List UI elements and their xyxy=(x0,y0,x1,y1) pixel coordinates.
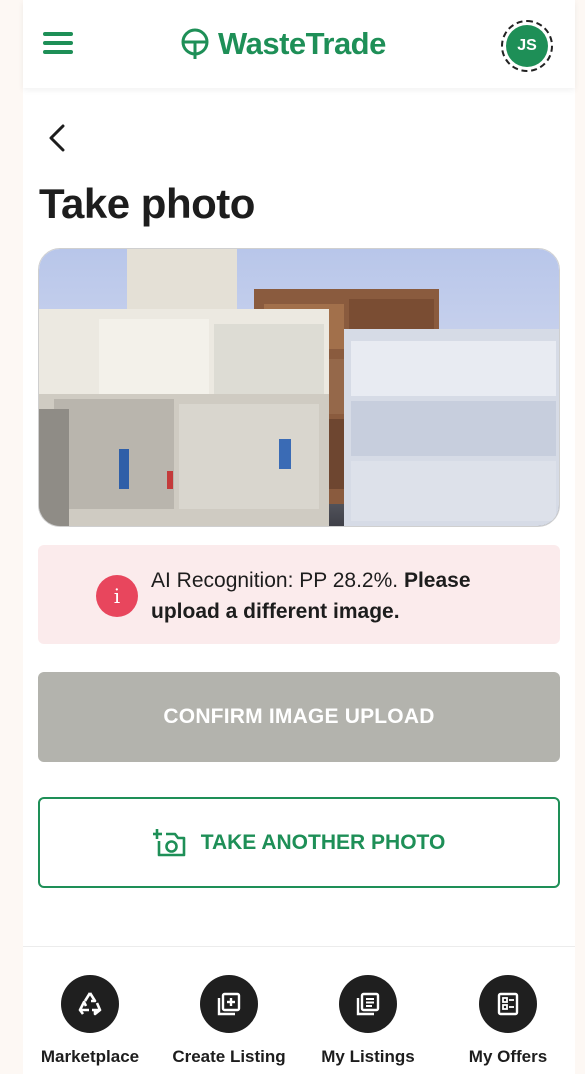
recycle-icon xyxy=(61,975,119,1033)
hamburger-menu-icon[interactable] xyxy=(43,32,73,56)
nav-my-offers[interactable]: My Offers xyxy=(443,975,573,1067)
bottom-navigation: Marketplace Create Listing My Listings M… xyxy=(23,946,575,1074)
listings-icon xyxy=(339,975,397,1033)
alert-message: AI Recognition: PP 28.2%. Please upload … xyxy=(151,565,541,627)
take-another-photo-label: TAKE ANOTHER PHOTO xyxy=(200,830,446,854)
photo-preview xyxy=(38,248,560,527)
nav-create-listing[interactable]: Create Listing xyxy=(164,975,294,1067)
user-avatar[interactable]: JS xyxy=(501,20,553,72)
chevron-left-icon xyxy=(49,124,65,152)
add-box-icon xyxy=(200,975,258,1033)
waste-bales-image xyxy=(39,249,559,526)
back-button[interactable] xyxy=(41,118,71,158)
info-icon: i xyxy=(96,575,138,617)
nav-label-my-offers: My Offers xyxy=(468,1047,548,1066)
take-another-photo-button[interactable]: TAKE ANOTHER PHOTO xyxy=(38,797,560,888)
offers-icon xyxy=(479,975,537,1033)
nav-marketplace[interactable]: Marketplace xyxy=(25,975,155,1067)
page-title: Take photo xyxy=(39,180,255,227)
nav-my-listings[interactable]: My Listings xyxy=(303,975,433,1067)
avatar-initials: JS xyxy=(506,25,548,67)
app-screen: WasteTrade JS Take photo i AI Recognitio… xyxy=(23,0,575,1074)
globe-logo-icon xyxy=(181,28,209,59)
confirm-image-upload-button[interactable]: CONFIRM IMAGE UPLOAD xyxy=(38,672,560,762)
brand-name: WasteTrade xyxy=(218,26,386,61)
top-header: WasteTrade JS xyxy=(23,0,575,88)
nav-label-my-listings: My Listings xyxy=(321,1047,415,1066)
alert-prefix: AI Recognition: PP 28.2%. xyxy=(151,569,399,592)
ai-recognition-alert: i AI Recognition: PP 28.2%. Please uploa… xyxy=(38,545,560,644)
add-camera-icon xyxy=(152,828,185,856)
nav-label-create-listing: Create Listing xyxy=(172,1047,286,1066)
brand-logo[interactable]: WasteTrade xyxy=(178,24,386,64)
nav-label-marketplace: Marketplace xyxy=(40,1047,140,1066)
